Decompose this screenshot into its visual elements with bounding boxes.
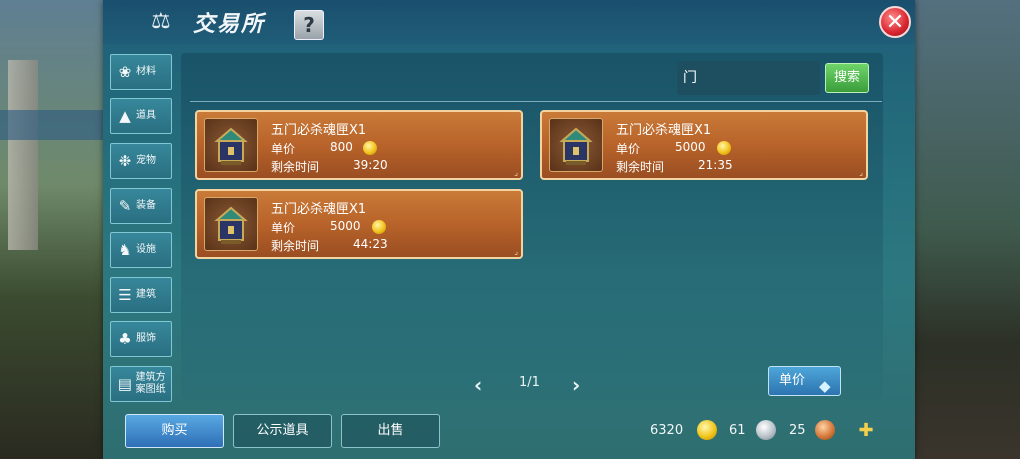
item-name: 五门必杀魂匣X1 xyxy=(271,123,367,138)
sidebar-item-props[interactable]: ▲ 道具 xyxy=(110,98,172,134)
gold-amount: 6320 xyxy=(650,423,684,438)
listing-card[interactable]: 五门必杀魂匣X1 单价 800 剩余时间 39:20 ⌟ xyxy=(195,110,523,180)
price-value: 800 xyxy=(330,140,353,154)
sidebar-item-pets[interactable]: ❉ 宠物 xyxy=(110,143,172,179)
sidebar-item-label: 设施 xyxy=(136,244,156,255)
showcase-items-button[interactable]: 公示道具 xyxy=(233,414,332,448)
background-scenery-left xyxy=(0,0,105,459)
diamond-sort-icon: ◆ xyxy=(819,377,831,395)
corner-mark-icon: ⌟ xyxy=(514,168,518,177)
copper-coin-icon xyxy=(815,420,835,440)
sidebar-item-label: 建筑方案图纸 xyxy=(135,372,166,395)
prev-page-button[interactable]: ‹ xyxy=(474,373,482,397)
time-label: 剩余时间 xyxy=(271,239,320,253)
sidebar-item-equipment[interactable]: ✎ 装备 xyxy=(110,188,172,224)
gold-coin-icon xyxy=(363,141,377,155)
time-value: 21:35 xyxy=(698,158,733,172)
next-page-button[interactable]: › xyxy=(572,373,580,397)
title-bar: ⚖ 交易所 ? xyxy=(103,0,915,44)
corner-mark-icon: ⌟ xyxy=(859,168,863,177)
copper-amount: 25 xyxy=(789,423,806,438)
blueprint-icon: ▤ xyxy=(117,375,132,393)
flask-icon: ▲ xyxy=(119,107,131,125)
price-value: 5000 xyxy=(330,219,361,233)
sidebar-item-label: 服饰 xyxy=(136,333,156,344)
close-button[interactable]: ✕ xyxy=(879,6,911,38)
soul-box-icon xyxy=(204,118,258,172)
background-pillar xyxy=(8,60,38,250)
sidebar-item-label: 材料 xyxy=(136,66,156,77)
time-value: 39:20 xyxy=(353,158,388,172)
listing-card[interactable]: 五门必杀魂匣X1 单价 5000 剩余时间 21:35 ⌟ xyxy=(540,110,868,180)
sidebar-item-facility[interactable]: ♞ 设施 xyxy=(110,232,172,268)
sidebar-item-clothing[interactable]: ♣ 服饰 xyxy=(110,321,172,357)
gold-coin-icon xyxy=(372,220,386,234)
facility-icon: ♞ xyxy=(118,241,132,259)
building-icon: ☰ xyxy=(118,286,132,304)
corner-mark-icon: ⌟ xyxy=(514,247,518,256)
soul-box-icon xyxy=(204,197,258,251)
price-label: 单价 xyxy=(271,142,296,156)
item-name: 五门必杀魂匣X1 xyxy=(616,123,712,138)
sidebar-item-blueprint[interactable]: ▤ 建筑方案图纸 xyxy=(110,366,172,402)
add-currency-icon[interactable]: ✚ xyxy=(856,421,876,441)
time-value: 44:23 xyxy=(353,237,388,251)
sidebar-item-label: 建筑 xyxy=(136,289,156,300)
sidebar-item-label: 道具 xyxy=(136,110,156,121)
time-label: 剩余时间 xyxy=(616,160,665,174)
window-title: 交易所 xyxy=(193,12,266,37)
price-value: 5000 xyxy=(675,140,706,154)
sort-button-label: 单价 xyxy=(779,373,806,388)
silver-amount: 61 xyxy=(729,423,746,438)
soul-box-icon xyxy=(549,118,603,172)
sell-button[interactable]: 出售 xyxy=(341,414,440,448)
page-indicator: 1/1 xyxy=(519,375,540,390)
listing-card[interactable]: 五门必杀魂匣X1 单价 5000 剩余时间 44:23 ⌟ xyxy=(195,189,523,259)
clothing-icon: ♣ xyxy=(118,330,132,348)
materials-icon: ❀ xyxy=(118,63,132,81)
search-button[interactable]: 搜索 xyxy=(825,63,869,93)
buy-button[interactable]: 购买 xyxy=(125,414,224,448)
gold-coin-icon xyxy=(697,420,717,440)
sort-by-price-button[interactable]: 单价 ◆ xyxy=(768,366,841,396)
sidebar-item-label: 装备 xyxy=(136,200,156,211)
search-input[interactable]: 门 xyxy=(677,61,820,95)
price-label: 单价 xyxy=(616,142,641,156)
time-label: 剩余时间 xyxy=(271,160,320,174)
sidebar-item-label: 宠物 xyxy=(136,155,156,166)
sidebar-item-materials[interactable]: ❀ 材料 xyxy=(110,54,172,90)
price-label: 单价 xyxy=(271,221,296,235)
silver-coin-icon xyxy=(756,420,776,440)
item-name: 五门必杀魂匣X1 xyxy=(271,202,367,217)
scale-icon: ⚖ xyxy=(151,9,171,34)
sidebar-item-building[interactable]: ☰ 建筑 xyxy=(110,277,172,313)
equipment-icon: ✎ xyxy=(118,197,132,215)
help-button[interactable]: ? xyxy=(294,10,324,40)
paw-icon: ❉ xyxy=(118,152,132,170)
gold-coin-icon xyxy=(717,141,731,155)
divider xyxy=(190,101,882,102)
background-bridge xyxy=(0,110,105,140)
background-scenery-right xyxy=(910,0,1020,459)
